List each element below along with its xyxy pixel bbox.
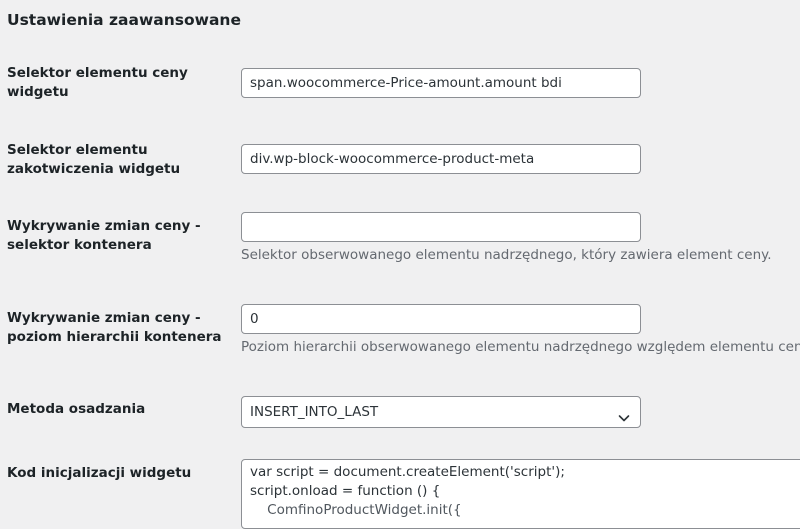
container-level-label: Wykrywanie zmian ceny - poziom hierarchi… <box>7 310 222 345</box>
init-code-textarea[interactable]: var script = document.createElement('scr… <box>241 459 800 529</box>
price-selector-input[interactable] <box>241 68 641 98</box>
container-selector-input[interactable] <box>241 212 641 242</box>
anchor-selector-input[interactable] <box>241 144 641 174</box>
code-line: var script = document.createElement('scr… <box>250 464 565 480</box>
section-title: Ustawienia zaawansowane <box>7 11 241 29</box>
init-code-label: Kod inicjalizacji widgetu <box>7 465 192 481</box>
embed-method-select[interactable]: INSERT_INTO_LAST <box>241 396 641 428</box>
container-level-input[interactable] <box>241 304 641 334</box>
code-line: script.onload = function () { <box>250 483 441 499</box>
container-selector-description: Selektor obserwowanego elementu nadrzędn… <box>241 247 772 263</box>
embed-method-selected-value: INSERT_INTO_LAST <box>250 404 379 420</box>
anchor-selector-label: Selektor elementu zakotwiczenia widgetu <box>7 142 181 177</box>
chevron-down-icon <box>617 406 631 422</box>
price-selector-label: Selektor elementu ceny widgetu <box>7 65 188 100</box>
container-selector-label: Wykrywanie zmian ceny - selektor kontene… <box>7 218 201 253</box>
code-line: ComfinoProductWidget.init({ <box>250 502 462 518</box>
embed-method-label: Metoda osadzania <box>7 401 146 417</box>
container-level-description: Poziom hierarchii obserwowanego elementu… <box>241 339 800 355</box>
